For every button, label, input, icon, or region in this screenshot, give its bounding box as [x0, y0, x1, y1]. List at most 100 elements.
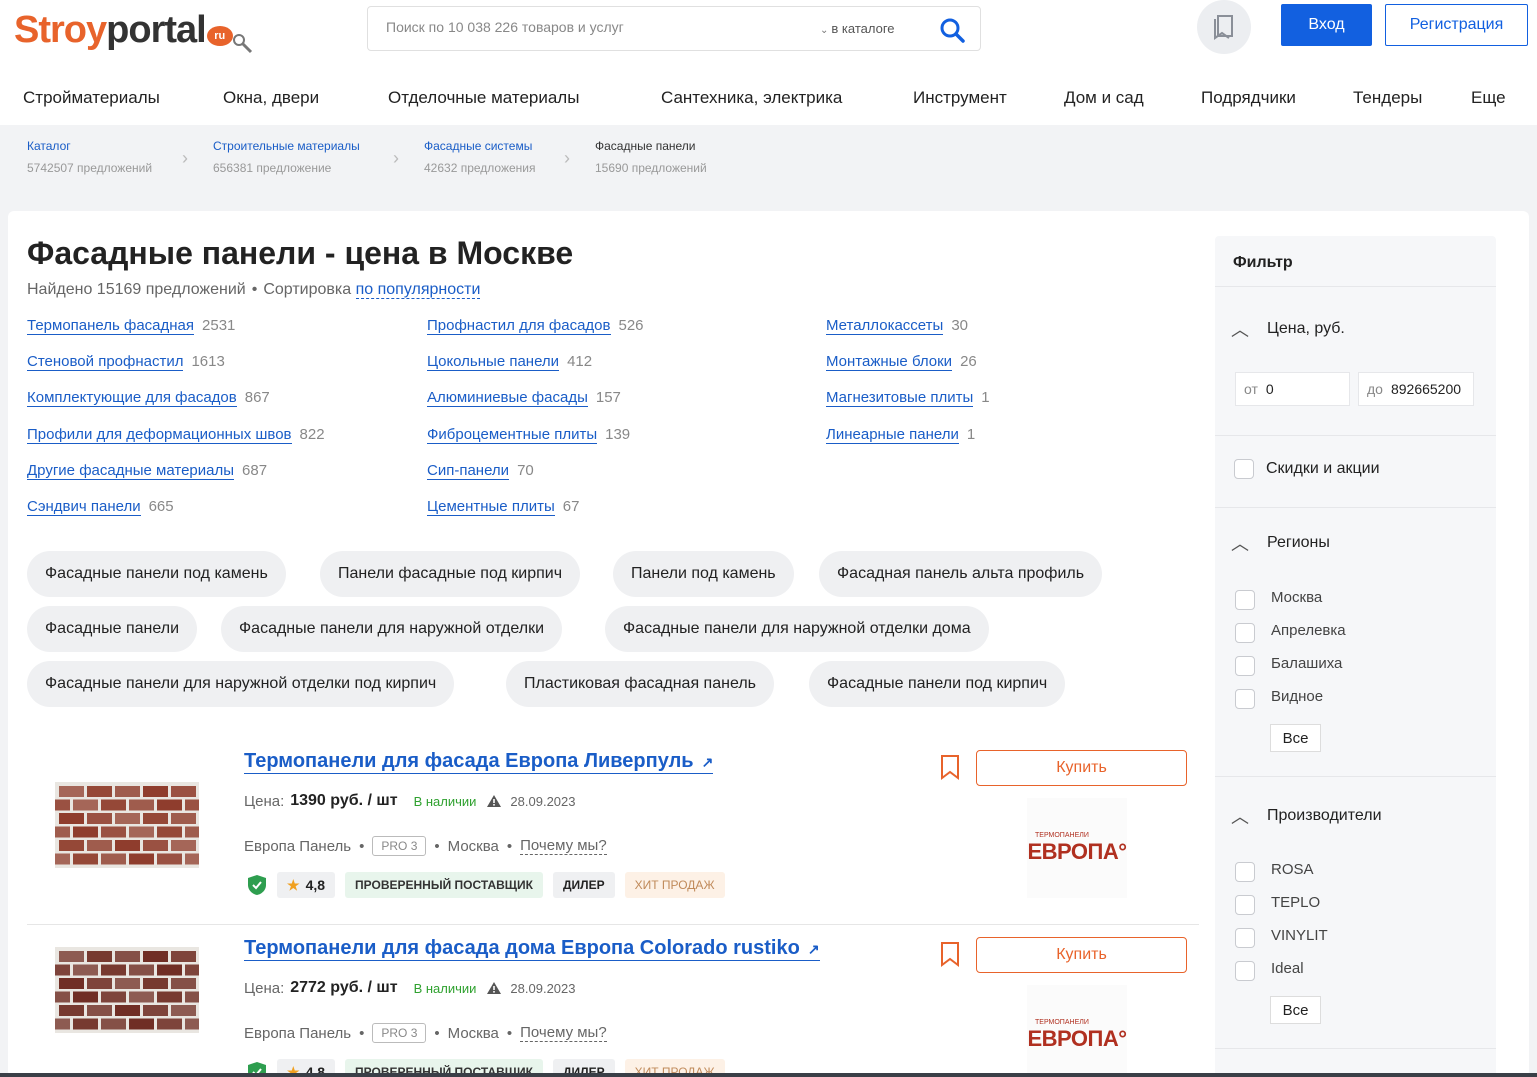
- brand-logo[interactable]: ТЕРМОПАНЕЛИ ЕВРОПА°: [1027, 798, 1127, 898]
- separator-dot: •: [359, 837, 365, 855]
- tag-chip[interactable]: Фасадные панели для наружной отделки: [221, 606, 563, 652]
- subcategory-item[interactable]: Сип-панели 70: [427, 462, 534, 480]
- tag-chip[interactable]: Панели под камень: [613, 551, 794, 597]
- subcategory-link[interactable]: Монтажные блоки: [826, 353, 953, 371]
- subcategory-link[interactable]: Профили для деформационных швов: [27, 426, 292, 444]
- tag-chip[interactable]: Фасадные панели для наружной отделки дом…: [605, 606, 989, 652]
- tag-chip[interactable]: Фасадные панели: [27, 606, 198, 652]
- tag-chip[interactable]: Фасадные панели для наружной отделки под…: [27, 661, 455, 707]
- price-to-field[interactable]: до 892665200: [1358, 372, 1474, 406]
- manufacturers-all-button[interactable]: Все: [1270, 996, 1321, 1024]
- region-checkbox[interactable]: [1235, 656, 1255, 676]
- manufacturer-checkbox[interactable]: [1235, 928, 1255, 948]
- subcategory-link[interactable]: Профнастил для фасадов: [427, 317, 611, 335]
- subcategory-item[interactable]: Стеновой профнастил 1613: [27, 353, 225, 371]
- filter-price-header[interactable]: ︿ Цена, руб.: [1231, 316, 1345, 342]
- register-button[interactable]: Регистрация: [1385, 4, 1528, 46]
- bookmark-icon[interactable]: [939, 754, 961, 780]
- nav-item[interactable]: Сантехника, электрика: [661, 88, 842, 108]
- region-label: Москва: [1271, 589, 1323, 606]
- subcategory-link[interactable]: Стеновой профнастил: [27, 353, 184, 371]
- subcategory-link[interactable]: Металлокассеты: [826, 317, 944, 335]
- breadcrumb-item[interactable]: Фасадные системы 42632 предложения: [424, 139, 536, 175]
- subcategory-link[interactable]: Цементные плиты: [427, 498, 555, 516]
- logo[interactable]: Stroy portal ru: [14, 2, 252, 54]
- nav-item[interactable]: Дом и сад: [1064, 88, 1144, 108]
- region-checkbox[interactable]: [1235, 623, 1255, 643]
- tag-chip[interactable]: Фасадные панели под камень: [27, 551, 286, 597]
- subcategory-link[interactable]: Цокольные панели: [427, 353, 560, 371]
- subcategory-item[interactable]: Сэндвич панели 665: [27, 498, 174, 516]
- filter-regions-header[interactable]: ︿ Регионы: [1231, 530, 1330, 556]
- subcategory-item[interactable]: Цокольные панели 412: [427, 353, 593, 371]
- price-from-field[interactable]: от 0: [1235, 372, 1350, 406]
- nav-item[interactable]: Отделочные материалы: [388, 88, 579, 108]
- buy-button[interactable]: Купить: [976, 937, 1187, 973]
- search-scope-dropdown[interactable]: ⌄ в каталоге: [820, 21, 895, 36]
- subcategory-link[interactable]: Другие фасадные материалы: [27, 462, 235, 480]
- region-checkbox[interactable]: [1235, 689, 1255, 709]
- regions-all-button[interactable]: Все: [1270, 724, 1321, 752]
- manufacturer-checkbox[interactable]: [1235, 961, 1255, 981]
- product-image[interactable]: [55, 947, 199, 1033]
- why-us-link[interactable]: Почему мы?: [520, 1024, 607, 1042]
- subcategory-item[interactable]: Линеарные панели 1: [826, 426, 975, 444]
- region-checkbox[interactable]: [1235, 590, 1255, 610]
- subcategory-link[interactable]: Фиброцементные плиты: [427, 426, 598, 444]
- nav-item[interactable]: Стройматериалы: [23, 88, 160, 108]
- subcategory-link[interactable]: Сэндвич панели: [27, 498, 141, 516]
- subcategory-link[interactable]: Термопанель фасадная: [27, 317, 195, 335]
- nav-item[interactable]: Окна, двери: [223, 88, 319, 108]
- sort-dropdown[interactable]: по популярности: [355, 281, 481, 299]
- logo-ru: ru: [206, 26, 233, 46]
- separator-dot: •: [506, 837, 513, 855]
- subcategory-item[interactable]: Профнастил для фасадов 526: [427, 317, 644, 335]
- product-title[interactable]: Термопанели для фасада дома Европа Color…: [244, 937, 820, 961]
- nav-item-more[interactable]: Еще: [1471, 88, 1506, 108]
- subcategory-item[interactable]: Профили для деформационных швов 822: [27, 426, 325, 444]
- seller-name[interactable]: Европа Панель: [244, 838, 351, 855]
- subcategory-item[interactable]: Фиброцементные плиты 139: [427, 426, 630, 444]
- subcategory-item[interactable]: Металлокассеты 30: [826, 317, 968, 335]
- filter-manufacturers-header[interactable]: ︿ Производители: [1231, 803, 1382, 829]
- brick: [143, 786, 168, 797]
- tag-chip[interactable]: Фасадные панели под кирпич: [809, 661, 1066, 707]
- separator-dot: •: [506, 1024, 513, 1042]
- seller-name[interactable]: Европа Панель: [244, 1025, 351, 1042]
- nav-item[interactable]: Инструмент: [913, 88, 1007, 108]
- subcategory-link[interactable]: Линеарные панели: [826, 426, 959, 444]
- rating-value: 4,8: [305, 877, 326, 893]
- brand-logo[interactable]: ТЕРМОПАНЕЛИ ЕВРОПА°: [1027, 985, 1127, 1077]
- product-image[interactable]: [55, 782, 199, 868]
- login-button[interactable]: Вход: [1281, 4, 1372, 46]
- bookmark-icon[interactable]: [939, 941, 961, 967]
- subcategory-count: 412: [567, 353, 593, 370]
- subcategory-link[interactable]: Магнезитовые плиты: [826, 389, 974, 407]
- product-title[interactable]: Термопанели для фасада Европа Ливерпуль ↗: [244, 750, 714, 774]
- tag-chip[interactable]: Пластиковая фасадная панель: [506, 661, 774, 707]
- tag-chip[interactable]: Фасадная панель альта профиль: [819, 551, 1103, 597]
- subcategory-item[interactable]: Термопанель фасадная 2531: [27, 317, 235, 335]
- nav-item[interactable]: Тендеры: [1353, 88, 1422, 108]
- why-us-link[interactable]: Почему мы?: [520, 837, 607, 855]
- buy-button[interactable]: Купить: [976, 750, 1187, 786]
- subcategory-item[interactable]: Другие фасадные материалы 687: [27, 462, 267, 480]
- subcategory-link[interactable]: Комплектующие для фасадов: [27, 389, 237, 407]
- manufacturer-checkbox[interactable]: [1235, 895, 1255, 915]
- subcategory-item[interactable]: Монтажные блоки 26: [826, 353, 977, 371]
- breadcrumb-item[interactable]: Строительные материалы 656381 предложение: [213, 139, 360, 175]
- breadcrumb-item[interactable]: Каталог 5742507 предложений: [27, 139, 152, 175]
- subcategory-item[interactable]: Комплектующие для фасадов 867: [27, 389, 270, 407]
- bookmarks-button[interactable]: [1197, 0, 1251, 54]
- manufacturer-checkbox[interactable]: [1235, 862, 1255, 882]
- subcategory-item[interactable]: Алюминиевые фасады 157: [427, 389, 621, 407]
- tag-chip[interactable]: Панели фасадные под кирпич: [320, 551, 581, 597]
- nav-item[interactable]: Подрядчики: [1201, 88, 1296, 108]
- discounts-checkbox[interactable]: [1234, 459, 1254, 479]
- subcategory-link[interactable]: Алюминиевые фасады: [427, 389, 588, 407]
- subcategory-item[interactable]: Магнезитовые плиты 1: [826, 389, 990, 407]
- search-input[interactable]: [386, 19, 806, 35]
- search-icon[interactable]: [938, 16, 966, 44]
- subcategory-link[interactable]: Сип-панели: [427, 462, 510, 480]
- subcategory-item[interactable]: Цементные плиты 67: [427, 498, 579, 516]
